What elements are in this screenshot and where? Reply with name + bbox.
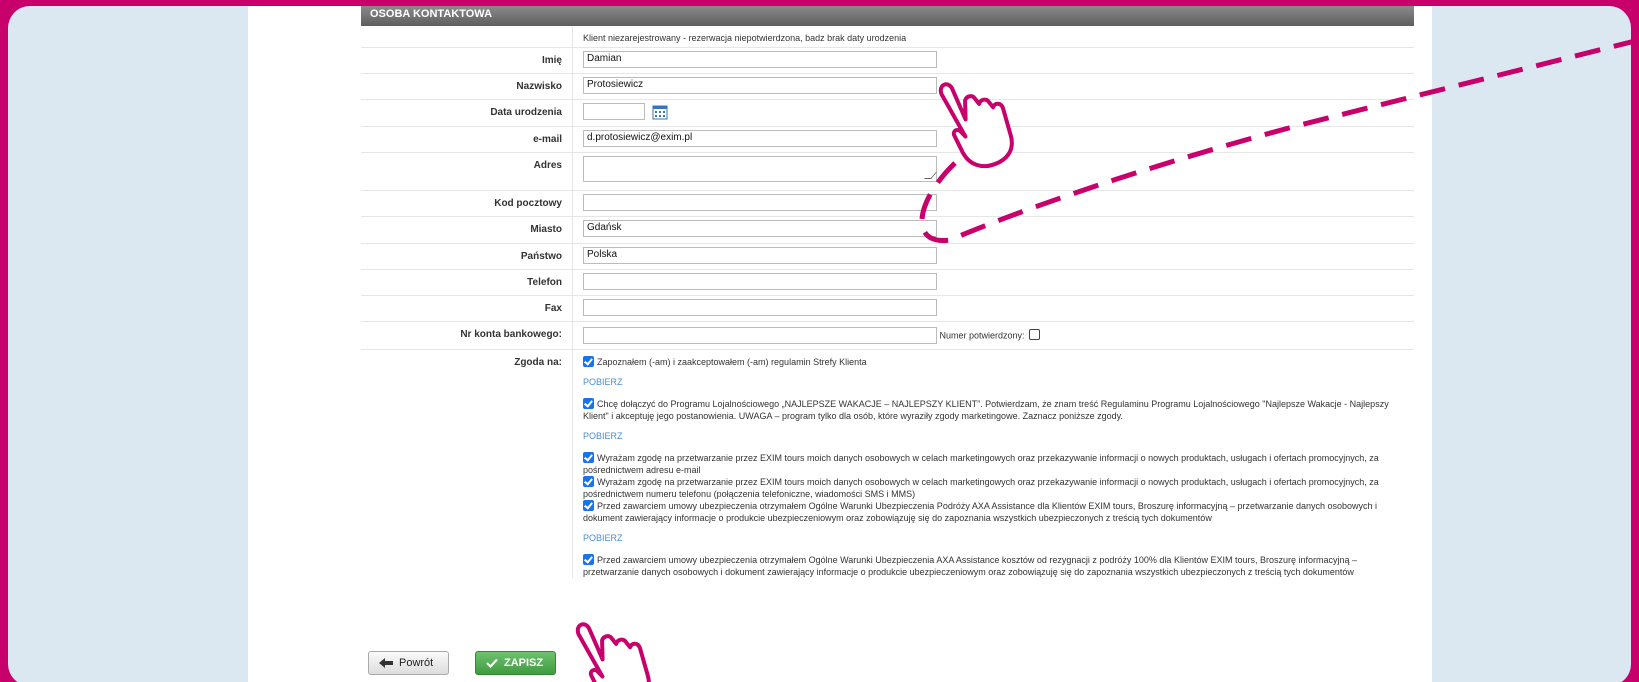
- bank-account-input[interactable]: [583, 327, 937, 344]
- row-fax: Fax: [361, 296, 1414, 322]
- country-input[interactable]: Polska: [583, 247, 937, 264]
- consent-label: Zgoda na:: [361, 350, 572, 578]
- bank-account-label: Nr konta bankowego:: [361, 322, 572, 349]
- address-textarea[interactable]: [583, 156, 937, 182]
- save-button[interactable]: ZAPISZ: [475, 651, 556, 675]
- page-panel: OSOBA KONTAKTOWA Klient niezarejestrowan…: [248, 6, 1432, 682]
- row-last-name: Nazwisko Protosiewicz: [361, 74, 1414, 100]
- phone-label: Telefon: [361, 270, 572, 295]
- phone-input[interactable]: [583, 273, 937, 290]
- email-label: e-mail: [361, 127, 572, 152]
- download-link-1[interactable]: POBIERZ: [583, 377, 1404, 387]
- fax-label: Fax: [361, 296, 572, 321]
- postal-code-input[interactable]: [583, 194, 937, 211]
- consent-item: Przed zawarciem umowy ubezpieczenia otrz…: [583, 554, 1358, 577]
- row-postal-code: Kod pocztowy: [361, 191, 1414, 217]
- notice-row: Klient niezarejestrowany - rezerwacja ni…: [361, 26, 1414, 48]
- row-birth-date: Data urodzenia: [361, 100, 1414, 127]
- consent-checkbox-4[interactable]: [583, 476, 594, 487]
- first-name-input[interactable]: Damian: [583, 51, 937, 68]
- back-button[interactable]: Powrót: [368, 651, 449, 675]
- consent-item: Wyrażam zgodę na przetwarzanie przez EXI…: [583, 452, 1379, 475]
- consent-item: Zapoznałem (-am) i zaakceptowałem (-am) …: [583, 356, 1404, 368]
- slide-frame: OSOBA KONTAKTOWA Klient niezarejestrowan…: [8, 6, 1631, 682]
- postal-code-label: Kod pocztowy: [361, 191, 572, 216]
- birth-date-input[interactable]: [583, 103, 645, 120]
- consent-checkbox-3[interactable]: [583, 452, 594, 463]
- row-first-name: Imię Damian: [361, 48, 1414, 74]
- download-link-2[interactable]: POBIERZ: [583, 431, 1404, 441]
- number-confirmed-checkbox[interactable]: [1029, 328, 1041, 340]
- arrow-left-icon: [379, 658, 393, 668]
- consent-item: Przed zawarciem umowy ubezpieczenia otrz…: [583, 500, 1378, 523]
- address-label: Adres: [361, 153, 572, 190]
- row-consent: Zgoda na: Zapoznałem (-am) i zaakceptowa…: [361, 350, 1414, 578]
- city-input[interactable]: Gdańsk: [583, 220, 937, 237]
- last-name-label: Nazwisko: [361, 74, 572, 99]
- last-name-input[interactable]: Protosiewicz: [583, 77, 937, 94]
- birth-date-label: Data urodzenia: [361, 100, 572, 126]
- row-phone: Telefon: [361, 270, 1414, 296]
- country-label: Państwo: [361, 244, 572, 269]
- city-label: Miasto: [361, 217, 572, 243]
- consent-checkbox-6[interactable]: [583, 554, 594, 565]
- consent-item: Wyrażam zgodę na przetwarzanie przez EXI…: [583, 476, 1379, 499]
- consent-item: Chcę dołączyć do Programu Lojalnościoweg…: [583, 398, 1389, 421]
- row-address: Adres: [361, 153, 1414, 191]
- first-name-label: Imię: [361, 48, 572, 73]
- calendar-icon[interactable]: [652, 104, 668, 120]
- save-button-label: ZAPISZ: [504, 657, 544, 669]
- row-email: e-mail d.protosiewicz@exim.pl: [361, 127, 1414, 153]
- consent-checkbox-5[interactable]: [583, 500, 594, 511]
- consent-checkbox-1[interactable]: [583, 356, 594, 367]
- row-country: Państwo Polska: [361, 244, 1414, 270]
- number-confirmed-label: Numer potwierdzony:: [939, 330, 1025, 341]
- back-button-label: Powrót: [399, 657, 434, 669]
- checkmark-icon: [486, 658, 498, 668]
- section-header: OSOBA KONTAKTOWA: [361, 6, 1414, 26]
- contact-form: OSOBA KONTAKTOWA Klient niezarejestrowan…: [361, 6, 1414, 578]
- download-link-3[interactable]: POBIERZ: [583, 533, 1404, 543]
- row-city: Miasto Gdańsk: [361, 217, 1414, 244]
- consent-checkbox-2[interactable]: [583, 398, 594, 409]
- registration-notice: Klient niezarejestrowany - rezerwacja ni…: [572, 26, 1414, 47]
- email-input[interactable]: d.protosiewicz@exim.pl: [583, 130, 937, 147]
- row-bank-account: Nr konta bankowego: Numer potwierdzony:: [361, 322, 1414, 350]
- fax-input[interactable]: [583, 299, 937, 316]
